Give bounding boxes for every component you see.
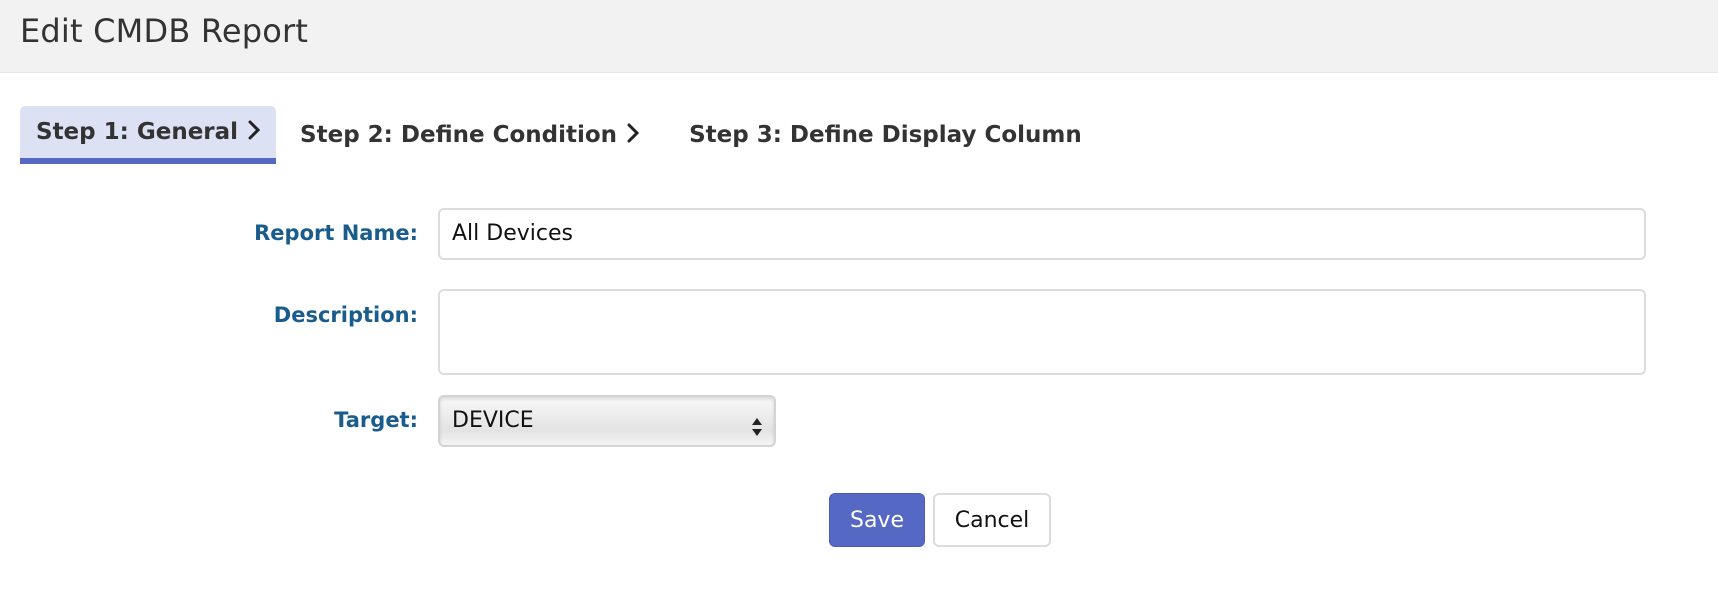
report-name-label: Report Name: (254, 221, 418, 245)
save-button[interactable]: Save (829, 493, 925, 547)
page-title: Edit CMDB Report (20, 12, 309, 50)
report-name-input[interactable]: All Devices (438, 208, 1646, 260)
chevron-right-icon (627, 121, 640, 149)
target-selected-value: DEVICE (452, 408, 534, 433)
page-header: Edit CMDB Report (0, 0, 1718, 73)
chevron-right-icon (248, 118, 261, 146)
cancel-button[interactable]: Cancel (933, 493, 1051, 547)
wizard-steps: Step 1: General Step 2: Define Condition… (20, 106, 1106, 164)
edit-cmdb-report-page: Edit CMDB Report Step 1: General Step 2:… (0, 0, 1718, 608)
step-label: Step 3: Define Display Column (689, 122, 1082, 148)
tab-step-define-display-column[interactable]: Step 3: Define Display Column (673, 109, 1098, 161)
tab-step-define-condition[interactable]: Step 2: Define Condition (284, 109, 655, 161)
step-label: Step 2: Define Condition (300, 122, 618, 148)
target-label: Target: (334, 408, 418, 432)
step-label: Step 1: General (36, 119, 239, 145)
select-arrows-icon (750, 409, 764, 436)
tab-step-general[interactable]: Step 1: General (20, 106, 277, 164)
description-textarea[interactable] (438, 289, 1646, 375)
description-label: Description: (273, 303, 418, 327)
target-select[interactable]: DEVICE (438, 395, 776, 447)
